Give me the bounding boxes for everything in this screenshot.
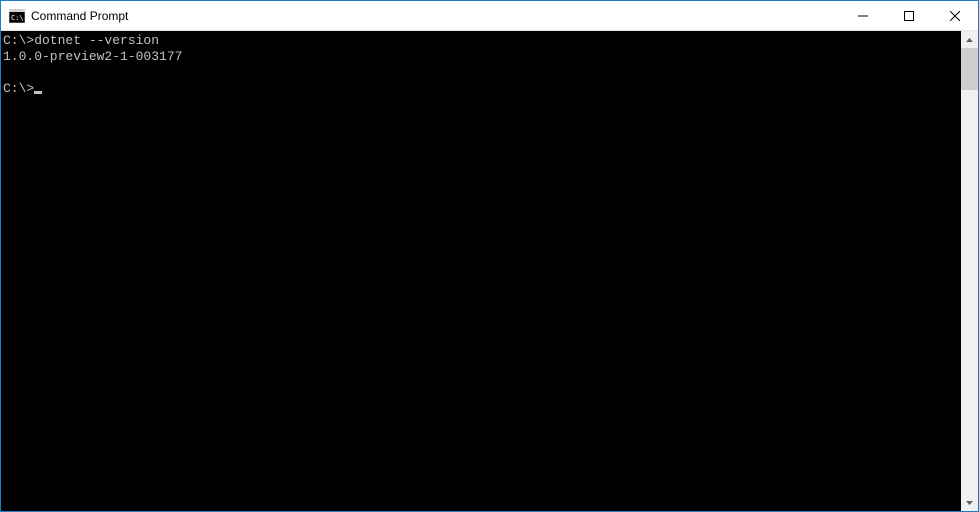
close-button[interactable]	[932, 1, 978, 30]
terminal-line: 1.0.0-preview2-1-003177	[3, 49, 959, 65]
scrollbar-track[interactable]	[961, 48, 978, 494]
scroll-up-button[interactable]	[961, 31, 978, 48]
chevron-down-icon	[966, 501, 973, 505]
terminal-line: C:\>dotnet --version	[3, 33, 959, 49]
vertical-scrollbar[interactable]	[961, 31, 978, 511]
chevron-up-icon	[966, 38, 973, 42]
scrollbar-thumb[interactable]	[961, 48, 978, 90]
window-title: Command Prompt	[31, 9, 840, 23]
cursor	[34, 91, 42, 94]
window-content: C:\>dotnet --version1.0.0-preview2-1-003…	[1, 31, 978, 511]
minimize-button[interactable]	[840, 1, 886, 30]
cmd-icon: C:\	[9, 9, 25, 23]
command-prompt-window: C:\ Command Prompt C:\>dotnet --version1…	[0, 0, 979, 512]
scroll-down-button[interactable]	[961, 494, 978, 511]
svg-text:C:\: C:\	[11, 14, 24, 22]
close-icon	[950, 11, 960, 21]
titlebar[interactable]: C:\ Command Prompt	[1, 1, 978, 31]
maximize-button[interactable]	[886, 1, 932, 30]
terminal-line: C:\>	[3, 81, 959, 97]
window-controls	[840, 1, 978, 30]
minimize-icon	[858, 11, 868, 21]
terminal-output[interactable]: C:\>dotnet --version1.0.0-preview2-1-003…	[1, 31, 961, 511]
terminal-line	[3, 65, 959, 81]
maximize-icon	[904, 11, 914, 21]
